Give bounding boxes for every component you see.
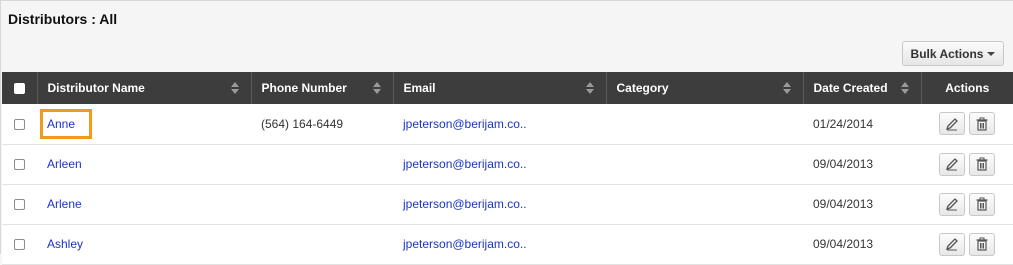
pencil-icon (945, 198, 958, 211)
actions-cell (921, 184, 1013, 224)
phone-cell (251, 144, 393, 184)
date-created-cell: 09/04/2013 (813, 237, 874, 251)
pencil-icon (945, 117, 958, 131)
date-created-cell: 09/04/2013 (813, 157, 874, 171)
delete-button[interactable] (969, 232, 995, 256)
table-header-row: Distributor Name Phone Number Email Cate… (2, 72, 1013, 104)
page-title: Distributors : All (8, 11, 118, 27)
sort-arrows-icon[interactable] (230, 82, 239, 94)
column-header-category[interactable]: Category (606, 72, 804, 104)
email-link[interactable]: jpeterson@berijam.co.. (403, 117, 527, 131)
edit-button[interactable] (939, 232, 965, 256)
row-select-cell (2, 224, 37, 264)
email-link[interactable]: jpeterson@berijam.co.. (403, 237, 527, 251)
table-row: Arleen jpeterson@berijam.co.. 09/04/2013 (2, 144, 1013, 184)
edit-button[interactable] (939, 152, 965, 176)
email-cell: jpeterson@berijam.co.. (393, 184, 606, 224)
column-header-date-created[interactable]: Date Created (803, 72, 922, 104)
distributor-name-cell: Anne (37, 104, 251, 144)
distributor-name-cell: Arlene (37, 184, 251, 224)
sort-arrows-icon[interactable] (900, 82, 909, 94)
column-header-phone-number[interactable]: Phone Number (251, 72, 394, 104)
phone-cell (251, 184, 393, 224)
sort-arrows-icon[interactable] (782, 82, 791, 94)
bulk-actions-button[interactable]: Bulk Actions (902, 41, 1004, 66)
table-row: Anne (564) 164-6449 jpeterson@berijam.co… (2, 104, 1013, 144)
email-cell: jpeterson@berijam.co.. (393, 224, 606, 264)
row-checkbox[interactable] (14, 199, 25, 211)
distributors-panel: Distributors : All Bulk Actions Distribu… (0, 0, 1013, 264)
select-all-header (2, 72, 38, 104)
column-header-distributor-name[interactable]: Distributor Name (37, 72, 252, 104)
column-header-label: Category (616, 81, 669, 95)
actions-cell (921, 224, 1013, 264)
distributor-name-cell: Ashley (37, 224, 251, 264)
caret-down-icon (987, 52, 996, 56)
pencil-icon (945, 158, 958, 171)
category-cell (606, 224, 803, 264)
trash-icon (976, 117, 988, 131)
column-header-label: Distributor Name (47, 81, 145, 95)
email-cell: jpeterson@berijam.co.. (393, 104, 606, 144)
date-created-cell: 09/04/2013 (813, 197, 874, 211)
email-cell: jpeterson@berijam.co.. (393, 144, 606, 184)
edit-button[interactable] (939, 112, 965, 136)
distributors-table: Distributor Name Phone Number Email Cate… (2, 72, 1013, 265)
email-link[interactable]: jpeterson@berijam.co.. (403, 157, 527, 171)
row-select-cell (2, 104, 37, 144)
row-checkbox[interactable] (14, 159, 25, 171)
sort-arrows-icon[interactable] (372, 82, 381, 94)
delete-button[interactable] (969, 112, 995, 136)
pencil-icon (945, 238, 958, 251)
distributor-name-link[interactable]: Arlene (47, 197, 82, 211)
table-row: Ashley jpeterson@berijam.co.. 09/04/2013 (2, 224, 1013, 264)
distributor-name-link[interactable]: Ashley (47, 237, 83, 251)
trash-icon (976, 197, 988, 211)
email-link[interactable]: jpeterson@berijam.co.. (403, 197, 527, 211)
column-header-label: Phone Number (261, 81, 347, 95)
category-cell (606, 144, 803, 184)
bulk-actions-label: Bulk Actions (910, 46, 984, 61)
edit-button[interactable] (939, 192, 965, 216)
highlight-box: Anne (40, 108, 93, 139)
row-checkbox[interactable] (14, 119, 25, 131)
distributor-name-link[interactable]: Anne (47, 117, 75, 131)
delete-button[interactable] (969, 192, 995, 216)
row-select-cell (2, 144, 37, 184)
actions-cell (921, 104, 1013, 144)
column-header-email[interactable]: Email (393, 72, 607, 104)
column-header-label: Email (403, 81, 436, 95)
trash-icon (976, 237, 988, 251)
column-header-label: Date Created (813, 81, 888, 95)
row-checkbox[interactable] (14, 239, 25, 251)
select-all-checkbox[interactable] (13, 83, 25, 95)
trash-icon (976, 157, 988, 171)
delete-button[interactable] (969, 152, 995, 176)
phone-cell (251, 224, 393, 264)
row-select-cell (2, 184, 37, 224)
sort-arrows-icon[interactable] (585, 82, 594, 94)
category-cell (606, 184, 803, 224)
actions-cell (921, 144, 1013, 184)
column-header-label: Actions (945, 81, 990, 95)
column-header-actions: Actions (921, 72, 1013, 104)
date-created-cell: 01/24/2014 (813, 116, 874, 131)
table-row: Arlene jpeterson@berijam.co.. 09/04/2013 (2, 184, 1013, 224)
phone-cell: (564) 164-6449 (261, 116, 344, 131)
distributor-name-link[interactable]: Arleen (47, 157, 82, 171)
category-cell (606, 104, 803, 144)
distributor-name-cell: Arleen (37, 144, 251, 184)
